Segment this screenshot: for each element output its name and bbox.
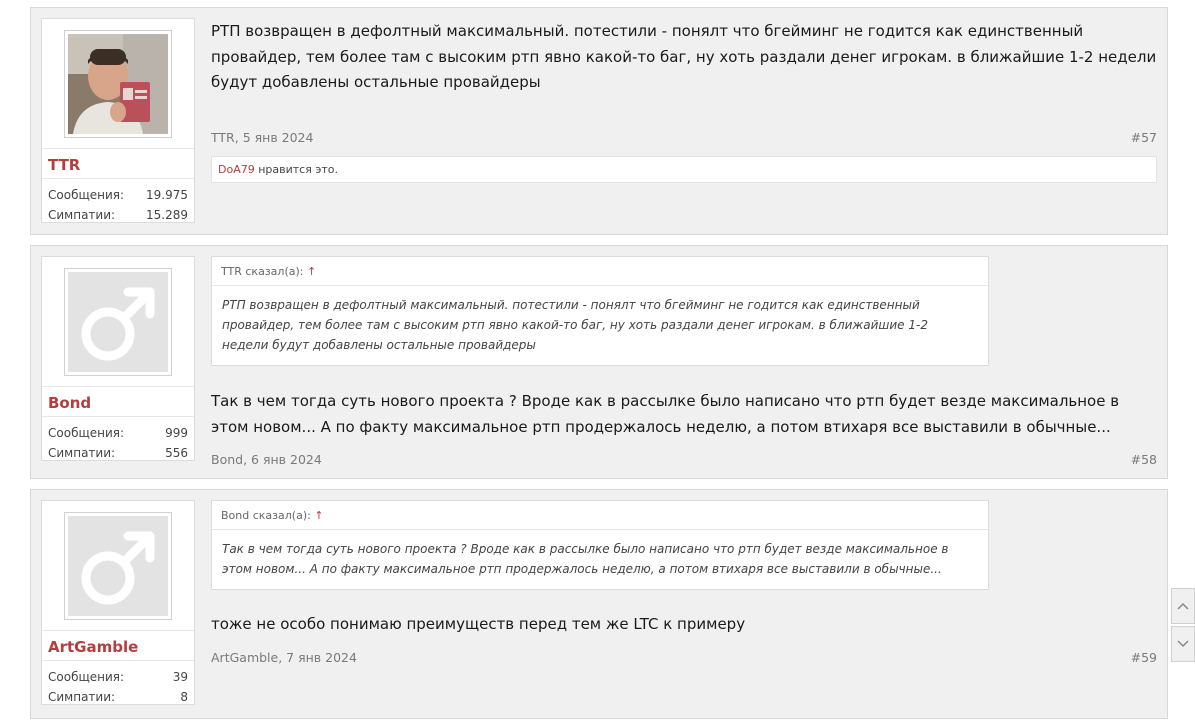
avatar[interactable] bbox=[64, 30, 172, 138]
post-permalink[interactable]: #57 bbox=[1131, 130, 1157, 145]
quote-block: TTR сказал(а): ↑ РТП возвращен в дефолтн… bbox=[211, 256, 989, 366]
post-author-link[interactable]: ArtGamble bbox=[211, 650, 278, 665]
messages-label: Сообщения: bbox=[48, 188, 125, 202]
user-card: Bond Сообщения: 999 Симпатии: 556 bbox=[41, 256, 195, 461]
message-text: тоже не особо понимаю преимуществ перед … bbox=[211, 615, 746, 633]
likes-bar: DoA79 нравится это. bbox=[211, 156, 1157, 183]
likes-count: 556 bbox=[165, 446, 188, 460]
username[interactable]: TTR bbox=[42, 148, 194, 178]
scroll-up-button[interactable] bbox=[1171, 588, 1195, 624]
male-symbol-icon[interactable] bbox=[68, 516, 168, 616]
avatar[interactable] bbox=[64, 512, 172, 620]
post-author-date: Bond, 6 янв 2024 bbox=[211, 452, 322, 467]
quote-header: Bond сказал(а): ↑ bbox=[212, 501, 988, 530]
post-permalink[interactable]: #59 bbox=[1131, 650, 1157, 665]
quote-author: TTR сказал(а): bbox=[221, 265, 304, 278]
post-meta: ArtGamble, 7 янв 2024 #59 bbox=[211, 650, 1157, 665]
username[interactable]: Bond bbox=[42, 386, 194, 416]
post-58: Bond Сообщения: 999 Симпатии: 556 TTR ск… bbox=[30, 245, 1168, 479]
chevron-up-icon bbox=[1177, 602, 1189, 610]
quote-block: Bond сказал(а): ↑ Так в чем тогда суть н… bbox=[211, 500, 989, 590]
quote-text: Так в чем тогда суть нового проекта ? Вр… bbox=[222, 542, 949, 576]
messages-count: 39 bbox=[172, 670, 188, 684]
post-author-date: TTR, 5 янв 2024 bbox=[211, 130, 313, 145]
user-card: ArtGamble Сообщения: 39 Симпатии: 8 bbox=[41, 500, 195, 705]
post-author-date: ArtGamble, 7 янв 2024 bbox=[211, 650, 357, 665]
user-card: TTR Сообщения: 19.975 Симпатии: 15.289 bbox=[41, 18, 195, 223]
user-photo-avatar[interactable] bbox=[68, 34, 168, 134]
quote-author: Bond сказал(а): bbox=[221, 509, 311, 522]
quote-header: TTR сказал(а): ↑ bbox=[212, 257, 988, 286]
post-meta: Bond, 6 янв 2024 #58 bbox=[211, 452, 1157, 467]
messages-label: Сообщения: bbox=[48, 426, 125, 440]
male-symbol-icon[interactable] bbox=[68, 272, 168, 372]
likes-count: 8 bbox=[180, 690, 188, 704]
post-date[interactable]: , 5 янв 2024 bbox=[235, 130, 314, 145]
post-date[interactable]: , 6 янв 2024 bbox=[243, 452, 322, 467]
post-57: TTR Сообщения: 19.975 Симпатии: 15.289 Р… bbox=[30, 7, 1168, 235]
user-stats: Сообщения: 39 Симпатии: 8 bbox=[42, 660, 194, 711]
username[interactable]: ArtGamble bbox=[42, 630, 194, 660]
post-59: ArtGamble Сообщения: 39 Симпатии: 8 Bond… bbox=[30, 489, 1168, 719]
user-stats: Сообщения: 999 Симпатии: 556 bbox=[42, 416, 194, 467]
messages-label: Сообщения: bbox=[48, 670, 125, 684]
chevron-down-icon bbox=[1177, 640, 1189, 648]
liker-link[interactable]: DoA79 bbox=[218, 163, 255, 176]
quote-jump-arrow-icon[interactable]: ↑ bbox=[307, 265, 316, 278]
messages-count: 999 bbox=[165, 426, 188, 440]
likes-count: 15.289 bbox=[146, 208, 188, 222]
post-meta: TTR, 5 янв 2024 #57 bbox=[211, 130, 1157, 145]
quote-text: РТП возвращен в дефолтный максимальный. … bbox=[222, 298, 928, 352]
post-permalink[interactable]: #58 bbox=[1131, 452, 1157, 467]
likes-label: Симпатии: bbox=[48, 446, 116, 460]
likes-label: Симпатии: bbox=[48, 690, 116, 704]
scroll-down-button[interactable] bbox=[1171, 626, 1195, 662]
post-date[interactable]: , 7 янв 2024 bbox=[278, 650, 357, 665]
user-stats: Сообщения: 19.975 Симпатии: 15.289 bbox=[42, 178, 194, 229]
post-author-link[interactable]: Bond bbox=[211, 452, 243, 467]
likes-label: Симпатии: bbox=[48, 208, 116, 222]
avatar[interactable] bbox=[64, 268, 172, 376]
likes-text: нравится это. bbox=[254, 163, 339, 176]
messages-count: 19.975 bbox=[146, 188, 188, 202]
message-text: РТП возвращен в дефолтный максимальный. … bbox=[211, 22, 1157, 91]
post-author-link[interactable]: TTR bbox=[211, 130, 235, 145]
message-text: Так в чем тогда суть нового проекта ? Вр… bbox=[211, 392, 1120, 436]
quote-jump-arrow-icon[interactable]: ↑ bbox=[314, 509, 323, 522]
